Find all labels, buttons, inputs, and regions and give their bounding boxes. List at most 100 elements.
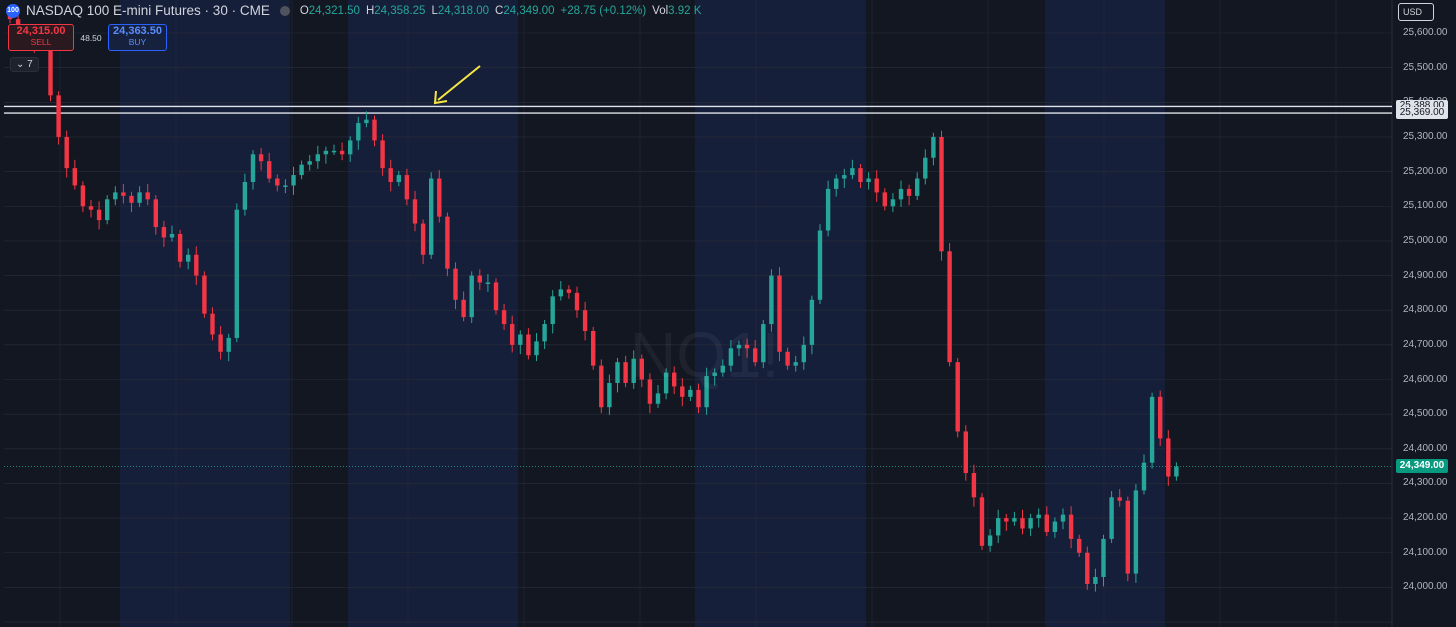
change-value: +28.75 (+0.12%)	[560, 4, 647, 17]
currency-select[interactable]: USD	[1398, 3, 1434, 21]
candle	[299, 160, 304, 180]
candle-body	[1117, 497, 1122, 501]
candle-body	[1036, 514, 1041, 519]
price-axis-tick: 24,400.00	[1403, 442, 1448, 454]
candle	[1004, 513, 1009, 531]
candle-body	[88, 206, 94, 210]
candle-body	[210, 313, 215, 335]
candle-body	[898, 188, 904, 200]
candle	[307, 154, 312, 171]
indicators-toggle[interactable]: ⌄ 7	[10, 57, 39, 72]
candle-body	[250, 154, 256, 182]
vol-value: 3.92 K	[668, 4, 702, 17]
candle-body	[1109, 497, 1114, 539]
candle	[526, 328, 531, 360]
candle-body	[655, 393, 661, 404]
candle-body	[493, 282, 499, 311]
candle	[939, 130, 944, 261]
candle	[1174, 462, 1179, 481]
candle	[56, 91, 61, 145]
candle-body	[48, 46, 53, 96]
candle	[1036, 508, 1041, 528]
chart-canvas[interactable]	[0, 0, 1456, 627]
candle	[882, 188, 887, 211]
candle	[971, 464, 977, 507]
market-status-icon[interactable]	[279, 5, 290, 16]
candle-body	[113, 192, 118, 200]
candle-body	[906, 188, 912, 196]
candle-body	[169, 233, 175, 238]
candle-body	[599, 365, 604, 408]
last-price-label: 24,349.00	[1396, 459, 1448, 474]
indicator-count: 7	[27, 59, 33, 70]
candle	[1158, 390, 1163, 447]
candle	[429, 172, 434, 259]
candle-body	[1068, 514, 1074, 539]
symbol-header[interactable]: 100 NASDAQ 100 E-mini Futures · 30 · CME…	[6, 3, 701, 18]
price-axis-tick: 25,200.00	[1403, 165, 1448, 177]
candle-body	[825, 188, 831, 231]
candle	[825, 180, 831, 237]
buy-button[interactable]: 24,363.50 BUY	[108, 24, 167, 51]
candle	[1028, 513, 1033, 537]
candle	[105, 195, 110, 225]
candle-body	[1125, 500, 1130, 574]
candle-body	[615, 362, 620, 383]
candle-body	[1060, 514, 1066, 522]
candle-body	[947, 251, 952, 363]
price-axis-tick: 25,100.00	[1403, 200, 1448, 212]
candle-body	[915, 178, 920, 196]
candle-body	[194, 254, 199, 276]
candle	[558, 281, 563, 301]
candle-body	[121, 192, 126, 196]
candle	[979, 493, 985, 550]
candle	[947, 242, 952, 367]
candle-body	[396, 175, 401, 182]
candle-body	[1093, 577, 1098, 584]
candle-body	[809, 299, 815, 345]
candle-body	[971, 473, 977, 498]
candle-body	[623, 362, 628, 383]
candle-body	[153, 199, 158, 228]
candle-body	[963, 431, 968, 474]
candle	[331, 144, 337, 155]
sell-button[interactable]: 24,315.00 SELL	[8, 24, 74, 51]
candle	[315, 145, 320, 169]
candle	[931, 132, 936, 166]
candle	[987, 529, 993, 552]
candle-body	[987, 535, 993, 546]
candle-body	[412, 199, 418, 224]
open-key: O	[299, 4, 309, 17]
candle	[493, 278, 499, 315]
candle-body	[461, 299, 466, 318]
candle-body	[291, 175, 296, 186]
candle	[1085, 546, 1090, 590]
candle	[1109, 491, 1114, 544]
candle-body	[923, 157, 928, 179]
candle-body	[331, 150, 337, 153]
sell-price: 24,315.00	[16, 25, 66, 37]
candle-body	[348, 140, 353, 155]
price-axis-tick: 25,600.00	[1403, 27, 1448, 38]
candle-body	[534, 341, 539, 356]
symbol-title[interactable]: NASDAQ 100 E-mini Futures · 30 · CME	[26, 3, 270, 18]
buy-label: BUY	[128, 37, 147, 47]
candle-body	[161, 227, 167, 238]
candle-body	[955, 362, 960, 432]
candle	[96, 201, 102, 230]
candle	[591, 326, 596, 370]
candle-body	[315, 154, 320, 162]
candle-body	[356, 123, 361, 141]
candle	[534, 333, 539, 362]
close-value: 24,349.00	[503, 4, 555, 17]
candle-body	[105, 199, 110, 221]
candle-body	[226, 337, 231, 352]
candle-body	[526, 334, 531, 356]
candle-body	[218, 334, 223, 352]
nasdaq-100-badge-icon: 100	[6, 3, 20, 18]
candle-body	[420, 223, 426, 255]
candle	[915, 172, 920, 201]
candle	[566, 285, 572, 299]
candle-body	[1133, 490, 1139, 574]
candle-body	[437, 178, 442, 217]
